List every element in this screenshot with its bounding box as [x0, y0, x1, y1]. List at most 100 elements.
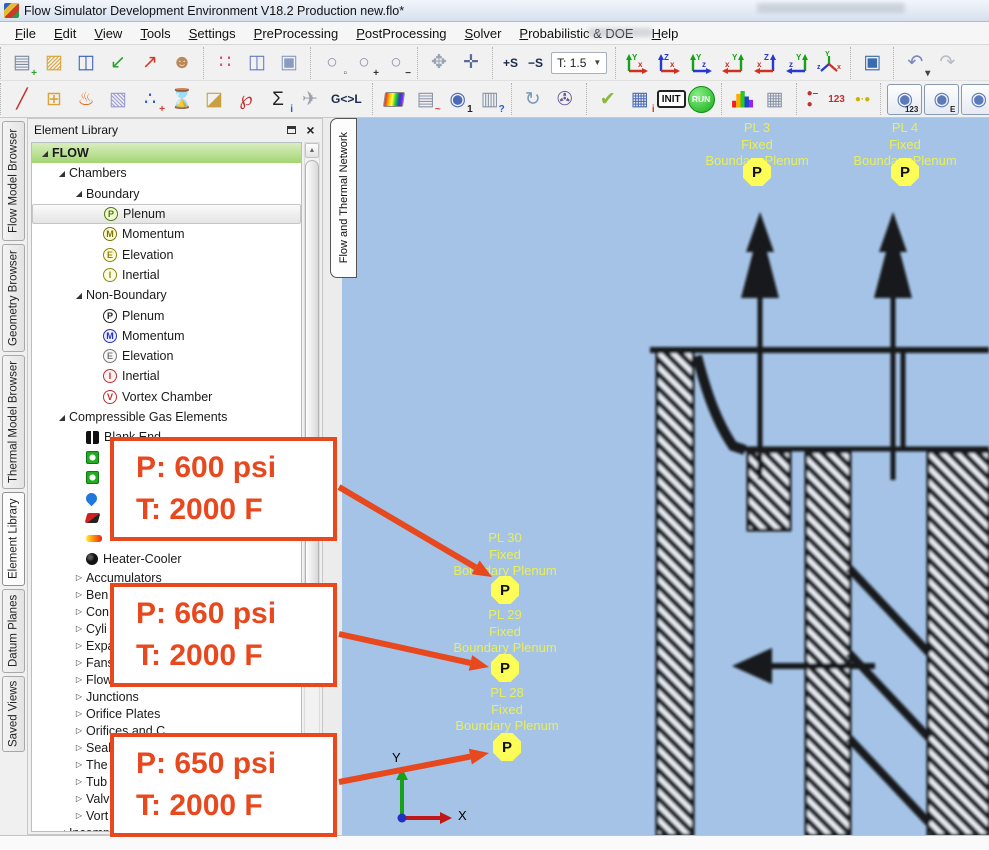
tree-item-resistance[interactable] — [32, 468, 301, 488]
tree-item-accumulators[interactable]: ▷Accumulators — [32, 569, 301, 586]
scale-up-icon[interactable]: +S — [499, 49, 522, 77]
zoom-in-icon[interactable]: ○+ — [349, 49, 379, 77]
menu-postprocessing[interactable]: PostProcessing — [347, 24, 455, 43]
add-elements-icon[interactable]: ∴+ — [135, 85, 165, 113]
element-draw-icon[interactable]: ╱ — [7, 85, 37, 113]
scroll-thumb[interactable] — [305, 160, 319, 628]
plenum-marker-pl-30[interactable]: P — [491, 576, 519, 604]
thickness-combo[interactable]: T: 1.5▼ — [551, 52, 607, 74]
view-iso-icon[interactable]: Yzx — [814, 49, 844, 77]
tree-item-inertial[interactable]: IInertial — [32, 265, 301, 285]
chart-probe-icon[interactable]: ⌛ — [167, 85, 197, 113]
tab-flow-thermal-network[interactable]: Flow and Thermal Network — [330, 118, 357, 278]
collapsed-expander-icon[interactable]: ▷ — [72, 607, 86, 616]
collapsed-expander-icon[interactable]: ▷ — [72, 811, 86, 820]
plenum-marker-pl-28[interactable]: P — [493, 733, 521, 761]
expanded-expander-icon[interactable]: ◢ — [72, 291, 86, 300]
tree-item-orifices-and-c[interactable]: ▷Orifices and C — [32, 722, 301, 739]
tree-item-fans[interactable]: ▷Fans — [32, 654, 301, 671]
contour-legend-icon[interactable] — [379, 85, 409, 113]
tree-item-cyli[interactable]: ▷Cyli — [32, 620, 301, 637]
collapsed-expander-icon[interactable]: ▷ — [72, 675, 86, 684]
close-panel-button[interactable]: × — [303, 123, 318, 137]
tree-item-elevation[interactable]: EElevation — [32, 346, 301, 366]
expanded-expander-icon[interactable]: ◢ — [38, 149, 52, 158]
collapsed-expander-icon[interactable]: ▷ — [72, 624, 86, 633]
expanded-expander-icon[interactable]: ◢ — [55, 413, 69, 422]
tree-item-flow[interactable]: ▷Flow — [32, 671, 301, 688]
show-extra-button[interactable]: ◉ — [961, 84, 989, 115]
menu-preprocessing[interactable]: PreProcessing — [245, 24, 348, 43]
zoom-window-icon[interactable]: ○▫ — [317, 49, 347, 77]
collapsed-expander-icon[interactable]: ▷ — [72, 658, 86, 667]
collapsed-expander-icon[interactable]: ▷ — [72, 573, 86, 582]
move-icon[interactable]: ✛ — [456, 49, 486, 77]
tree-item-the[interactable]: ▷The — [32, 756, 301, 773]
sidebar-tab-flow-model-browser[interactable]: Flow Model Browser — [2, 121, 25, 241]
model-canvas[interactable]: PL 3FixedBoundary PlenumPPL 4FixedBounda… — [342, 118, 989, 835]
tree-item-junctions[interactable]: ▷Junctions — [32, 688, 301, 705]
tree-item-flow[interactable]: ◢FLOW — [32, 143, 301, 163]
expanded-expander-icon[interactable]: ◢ — [72, 189, 86, 198]
scroll-up-icon[interactable] — [305, 143, 319, 158]
link-elements-icon[interactable]: ●–● — [803, 85, 823, 113]
global-local-icon[interactable]: G<>L — [327, 85, 366, 113]
undo-icon[interactable]: ↶▾ — [900, 49, 930, 77]
tree-item-resistance[interactable] — [32, 447, 301, 467]
import-model-icon[interactable]: ↙ — [103, 49, 133, 77]
tree-item-con[interactable]: ▷Con — [32, 603, 301, 620]
model-tree-icon[interactable]: ⊞ — [39, 85, 69, 113]
tree-item-vort[interactable]: ▷Vort — [32, 807, 301, 824]
sidebar-tab-thermal-model-browser[interactable]: Thermal Model Browser — [2, 355, 25, 489]
view-zy-icon[interactable]: Yz — [782, 49, 812, 77]
collapsed-expander-icon[interactable]: ▷ — [72, 641, 86, 650]
sidebar-tab-geometry-browser[interactable]: Geometry Browser — [2, 244, 25, 352]
scale-down-icon[interactable]: −S — [524, 49, 547, 77]
plenum-marker-pl-4[interactable]: P — [891, 158, 919, 186]
check-model-icon[interactable]: ✔ — [593, 85, 623, 113]
collapsed-expander-icon[interactable]: ▷ — [72, 692, 86, 701]
new-model-icon[interactable]: ▤+ — [7, 49, 37, 77]
view-network-icon[interactable]: ∷ — [210, 49, 240, 77]
expanded-expander-icon[interactable]: ◢ — [55, 828, 69, 832]
user-icon[interactable]: ☻ — [167, 49, 197, 77]
tree-item-inertial[interactable]: IInertial — [32, 366, 301, 386]
tree-item-momentum[interactable]: MMomentum — [32, 326, 301, 346]
view-result-icon[interactable]: ◉1 — [443, 85, 473, 113]
sidebar-tab-datum-planes[interactable]: Datum Planes — [2, 589, 25, 673]
scroll-down-icon[interactable] — [305, 816, 319, 831]
tree-item-non-boundary[interactable]: ◢Non-Boundary — [32, 285, 301, 305]
collapsed-expander-icon[interactable]: ▷ — [72, 726, 86, 735]
refresh-icon[interactable]: ↻ — [518, 85, 548, 113]
tree-item-seal[interactable]: ▷Seal — [32, 739, 301, 756]
curve-tool-icon[interactable]: ℘ — [231, 85, 261, 113]
display-settings-icon[interactable]: ▣ — [857, 49, 887, 77]
collapsed-expander-icon[interactable]: ▷ — [72, 709, 86, 718]
init-button[interactable]: INIT — [657, 90, 686, 108]
redo-icon[interactable]: ↷ — [932, 49, 962, 77]
collapsed-expander-icon[interactable]: ▷ — [72, 743, 86, 752]
view-3d-cube-icon[interactable]: ▣ — [274, 49, 304, 77]
chain-nodes-icon[interactable]: ●·● — [851, 85, 874, 113]
tree-item-expa[interactable]: ▷Expa — [32, 637, 301, 654]
view-yx-icon[interactable]: Yx — [622, 49, 652, 77]
view-xy-icon[interactable]: Yx — [718, 49, 748, 77]
tree-item-nozzle[interactable] — [32, 508, 301, 528]
calculator-icon[interactable]: ▦i — [625, 85, 655, 113]
query-form-icon[interactable]: ▥? — [475, 85, 505, 113]
collapsed-expander-icon[interactable]: ▷ — [72, 777, 86, 786]
collapsed-expander-icon[interactable]: ▷ — [72, 590, 86, 599]
renumber-icon[interactable]: 123 — [824, 85, 849, 113]
expanded-expander-icon[interactable]: ◢ — [55, 169, 69, 178]
view-zx-icon[interactable]: Zx — [654, 49, 684, 77]
sidebar-tab-element-library[interactable]: Element Library — [2, 492, 25, 586]
view-3d-nodes-icon[interactable]: ◫ — [242, 49, 272, 77]
results-table-icon[interactable]: ▦ — [760, 85, 790, 113]
summation-icon[interactable]: Σi — [263, 85, 293, 113]
tree-item-boundary[interactable]: ◢Boundary — [32, 184, 301, 204]
combustion-icon[interactable]: ♨ — [71, 85, 101, 113]
tree-item-ben[interactable]: ▷Ben — [32, 586, 301, 603]
zoom-out-icon[interactable]: ○− — [381, 49, 411, 77]
export-model-icon[interactable]: ↗ — [135, 49, 165, 77]
show-ids-button[interactable]: ◉123 — [887, 84, 922, 115]
